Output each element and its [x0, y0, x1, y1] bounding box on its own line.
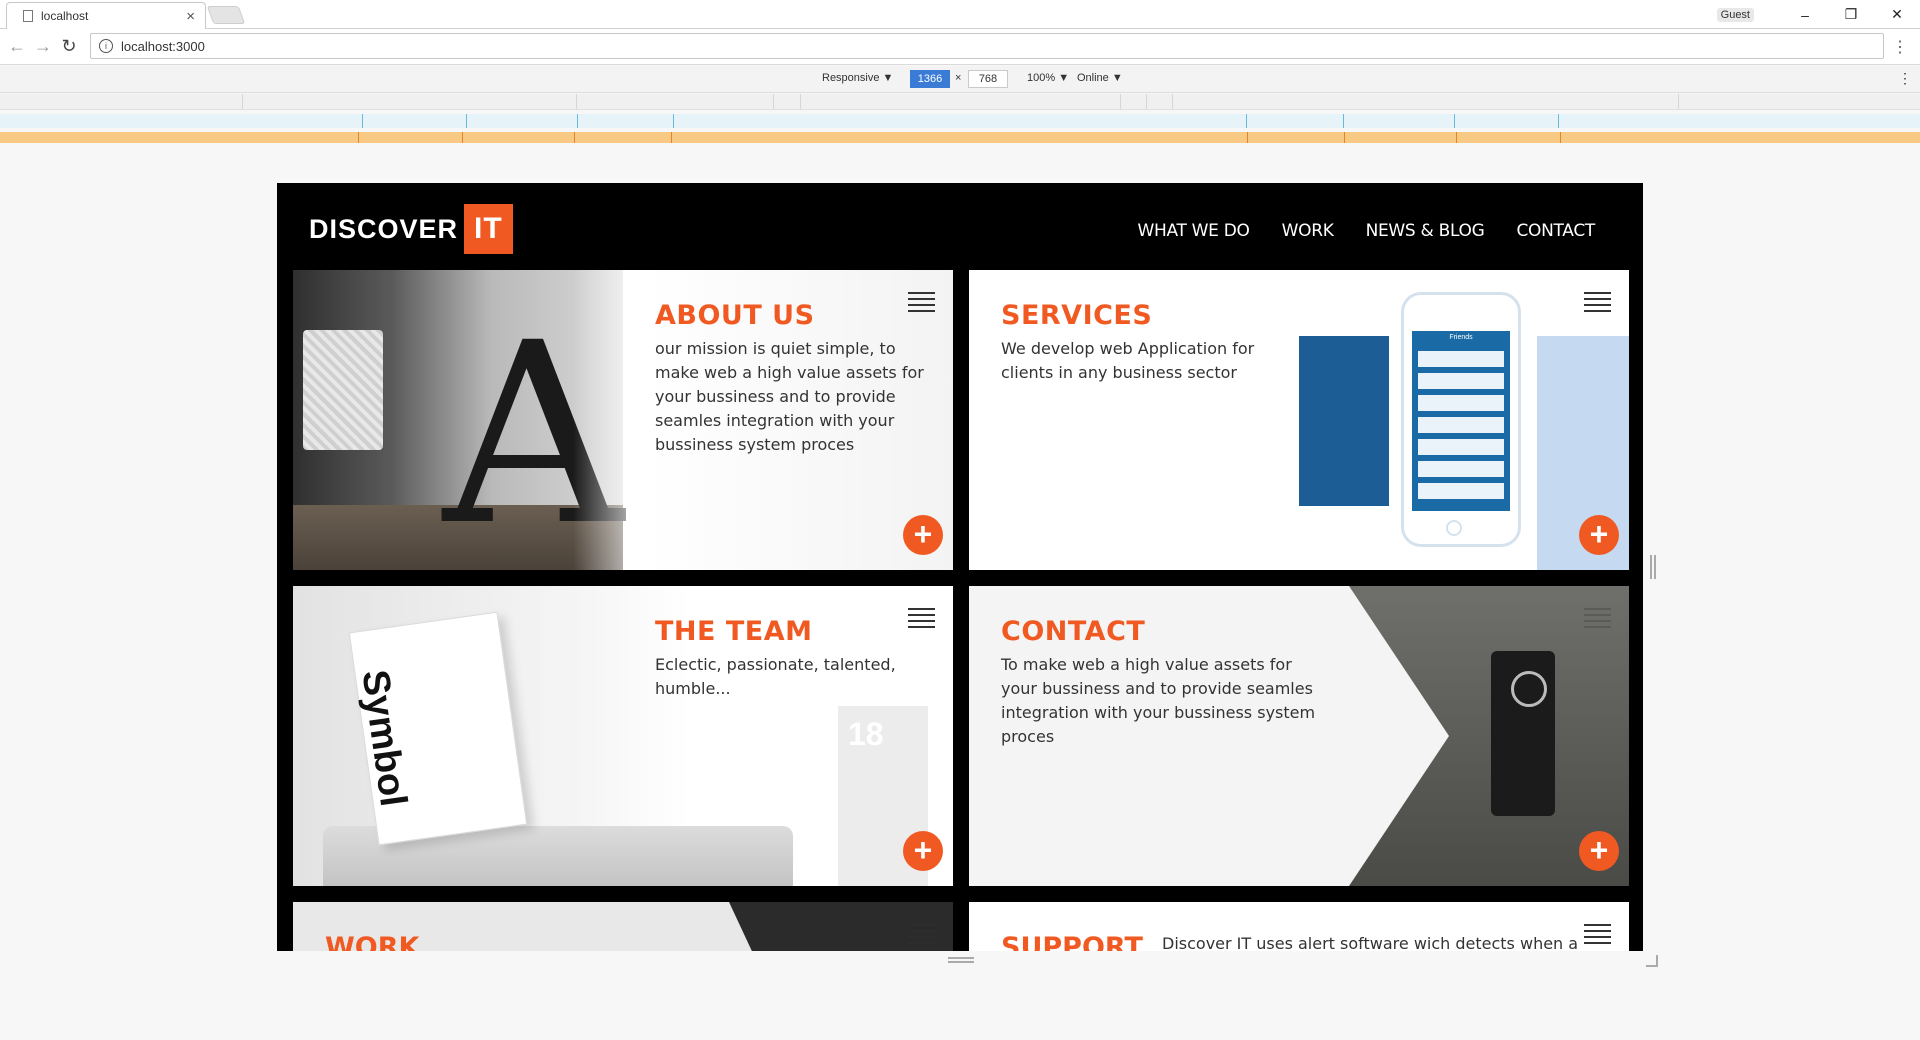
new-tab-button[interactable] [206, 6, 246, 24]
device-toolbar: Responsive ▼ 1366 × 768 100% ▼ Online ▼ … [0, 66, 1920, 93]
card-support[interactable]: SUPPORT Discover IT uses alert software … [969, 902, 1629, 951]
address-bar: ← → ↻ i localhost:3000 ⋮ [0, 29, 1920, 65]
site-info-icon[interactable]: i [99, 39, 113, 53]
tab-close-icon[interactable]: × [186, 8, 195, 25]
url-text: localhost:3000 [121, 38, 205, 54]
nav-contact[interactable]: CONTACT [1516, 221, 1595, 241]
site-header: DISCOVER IT WHAT WE DO WORK NEWS & BLOG … [277, 183, 1643, 270]
phone-screen: Friends [1412, 331, 1510, 511]
hamburger-icon[interactable] [908, 292, 935, 312]
url-input[interactable]: i localhost:3000 [90, 33, 1884, 59]
services-title: SERVICES [1001, 300, 1153, 331]
restore-icon[interactable]: ❐ [1828, 6, 1874, 23]
profile-badge[interactable]: Guest [1716, 7, 1754, 22]
card-services[interactable]: Friends SERVICES We develop web Applicat… [969, 270, 1629, 570]
team-text: Eclectic, passionate, talented, humble..… [655, 655, 896, 698]
card-the-team[interactable]: Symbol 18 THE TEAM Eclectic, passionate,… [293, 586, 953, 886]
services-plus-button[interactable]: + [1579, 515, 1619, 555]
hamburger-icon[interactable] [1584, 292, 1611, 312]
hamburger-icon[interactable] [908, 924, 935, 944]
emulated-viewport: DISCOVER IT WHAT WE DO WORK NEWS & BLOG … [277, 183, 1643, 951]
close-window-icon[interactable]: ✕ [1874, 6, 1920, 23]
support-title: SUPPORT [1001, 932, 1143, 951]
payphone-graphic [1491, 651, 1555, 816]
browser-tab-bar: localhost × Guest – ❐ ✕ [0, 0, 1920, 29]
card-about-us[interactable]: A ABOUT US our mission is quiet simple, … [293, 270, 953, 570]
phone-home-button [1446, 520, 1462, 536]
number-text: 18 [848, 716, 884, 752]
viewport-corner-resize-handle[interactable] [1646, 955, 1658, 967]
device-select[interactable]: Responsive ▼ [822, 72, 893, 84]
minimize-icon[interactable]: – [1782, 7, 1828, 23]
plant-pot-graphic [303, 330, 383, 450]
hamburger-icon[interactable] [908, 608, 935, 628]
team-plus-button[interactable]: + [903, 831, 943, 871]
hamburger-icon[interactable] [1584, 924, 1611, 944]
browser-menu-icon[interactable]: ⋮ [1892, 37, 1908, 57]
app-screen-graphic [1299, 336, 1389, 506]
media-query-bar-max[interactable] [0, 94, 1920, 110]
nav-what-we-do[interactable]: WHAT WE DO [1137, 221, 1249, 241]
phone-header: Friends [1449, 334, 1473, 341]
viewport-right-resize-handle[interactable] [1650, 555, 1656, 579]
hamburger-icon[interactable] [1584, 608, 1611, 628]
nav-work[interactable]: WORK [1282, 221, 1334, 241]
contact-plus-button[interactable]: + [1579, 831, 1619, 871]
contact-title: CONTACT [1001, 616, 1146, 647]
card-work[interactable]: WORK [293, 902, 953, 951]
window-controls: Guest – ❐ ✕ [1716, 0, 1920, 29]
support-text: Discover IT uses alert software wich det… [1162, 934, 1579, 951]
services-text: We develop web Application for clients i… [1001, 339, 1255, 382]
about-title: ABOUT US [655, 300, 815, 331]
phone-mockup: Friends [1401, 292, 1521, 547]
team-title: THE TEAM [655, 616, 813, 647]
about-plus-button[interactable]: + [903, 515, 943, 555]
main-nav: WHAT WE DO WORK NEWS & BLOG CONTACT [1137, 221, 1595, 241]
card-contact[interactable]: CONTACT To make web a high value assets … [969, 586, 1629, 886]
book-graphic: Symbol [348, 611, 528, 846]
about-text: our mission is quiet simple, to make web… [655, 339, 924, 454]
back-icon[interactable]: ← [4, 36, 30, 57]
forward-icon[interactable]: → [30, 36, 56, 57]
work-title: WORK [325, 932, 420, 951]
tab-title: localhost [41, 9, 89, 23]
contact-text: To make web a high value assets for your… [1001, 655, 1316, 746]
zoom-select[interactable]: 100% ▼ [1027, 72, 1069, 84]
team-image: Symbol 18 [293, 586, 953, 886]
media-query-bar-range[interactable] [0, 114, 1920, 128]
reload-icon[interactable]: ↻ [56, 36, 82, 57]
book-title: Symbol [353, 667, 415, 810]
page-icon [23, 10, 33, 22]
network-select[interactable]: Online ▼ [1077, 72, 1123, 84]
nav-news-blog[interactable]: NEWS & BLOG [1366, 221, 1485, 241]
viewport-height-input[interactable]: 768 [968, 70, 1008, 88]
logo-text: DISCOVER [309, 213, 459, 244]
site-logo[interactable]: DISCOVER IT [309, 204, 513, 254]
logo-accent: IT [464, 204, 513, 254]
dimension-separator: × [955, 72, 962, 84]
viewport-width-input[interactable]: 1366 [910, 70, 950, 88]
browser-tab[interactable]: localhost × [6, 2, 206, 29]
media-query-bar-min[interactable] [0, 132, 1920, 143]
viewport-bottom-resize-handle[interactable] [948, 957, 974, 963]
device-toolbar-menu-icon[interactable]: ⋮ [1898, 70, 1912, 87]
